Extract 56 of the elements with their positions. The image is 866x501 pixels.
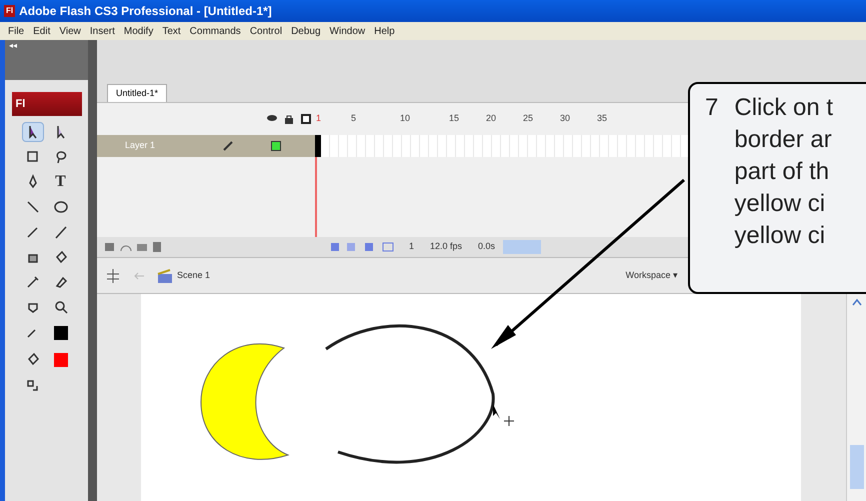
menu-item[interactable]: Text — [162, 24, 181, 38]
menu-item[interactable]: Edit — [33, 24, 50, 38]
menu-item[interactable]: Control — [250, 24, 282, 38]
step-number: 7 — [705, 93, 718, 123]
frame-rate: 12.0 fps — [430, 240, 462, 254]
elapsed-time: 0.0s — [478, 240, 496, 254]
pencil-icon — [223, 141, 233, 151]
line-icon — [24, 199, 40, 215]
collapse-button[interactable]: ◂◂ — [9, 41, 17, 50]
scroll-thumb[interactable] — [850, 445, 864, 489]
document-tab[interactable]: Untitled-1* — [107, 84, 168, 102]
app-badge: Fl — [4, 5, 16, 17]
fill-color-swatch[interactable] — [54, 353, 68, 367]
menu-item[interactable]: Commands — [190, 24, 241, 38]
menu-item[interactable]: File — [8, 24, 24, 38]
app-logo: Fl — [12, 92, 82, 116]
arrow-tool[interactable] — [22, 122, 44, 142]
magnifier-icon — [52, 299, 68, 315]
frame-number: 10 — [400, 112, 412, 126]
scene-name: Scene 1 — [177, 268, 210, 282]
timeline-scrollbar[interactable] — [503, 240, 542, 254]
callout-text: border ar — [734, 125, 833, 155]
window-title: Adobe Flash CS3 Professional - [Untitled-1*] — [19, 3, 272, 20]
frame-number: 25 — [523, 112, 534, 126]
callout-text: part of th — [734, 157, 830, 187]
stroke-color-swatch[interactable] — [54, 326, 68, 340]
menu-item[interactable]: Modify — [124, 24, 154, 38]
layer-name: Layer 1 — [125, 139, 156, 152]
menu-item[interactable]: Window — [330, 24, 366, 38]
lock-icon[interactable] — [285, 114, 293, 124]
eyedropper-icon — [24, 274, 40, 290]
frame-number: 20 — [486, 112, 498, 126]
eye-icon[interactable] — [267, 114, 277, 122]
menu-item[interactable]: Help — [374, 24, 395, 38]
callout-text: yellow ci — [734, 221, 826, 251]
outline-color-swatch — [271, 141, 281, 151]
frame-number: 1 — [315, 112, 322, 126]
callout-text: yellow ci — [734, 189, 826, 219]
scroll-up-icon[interactable] — [852, 298, 862, 306]
menu-item[interactable]: Debug — [291, 24, 321, 38]
menu-item[interactable]: Insert — [90, 24, 115, 38]
current-frame: 1 — [409, 240, 414, 254]
brush-icon — [52, 224, 68, 240]
callout-text: Click on t — [734, 93, 834, 123]
frame-number: 15 — [449, 112, 460, 126]
frame-number: 5 — [351, 112, 358, 126]
workspace-menu[interactable]: Workspace ▾ — [626, 268, 678, 282]
frame-number: 30 — [560, 112, 572, 126]
timeline-toggle-icon[interactable] — [105, 268, 121, 284]
menu-item[interactable]: View — [59, 24, 81, 38]
frame-number: 35 — [597, 112, 608, 126]
scene-icon — [157, 268, 173, 282]
outline-icon[interactable] — [301, 114, 311, 124]
vertical-scrollbar[interactable] — [846, 294, 866, 501]
swap-colors-icon — [24, 378, 40, 394]
square-icon — [24, 149, 40, 165]
